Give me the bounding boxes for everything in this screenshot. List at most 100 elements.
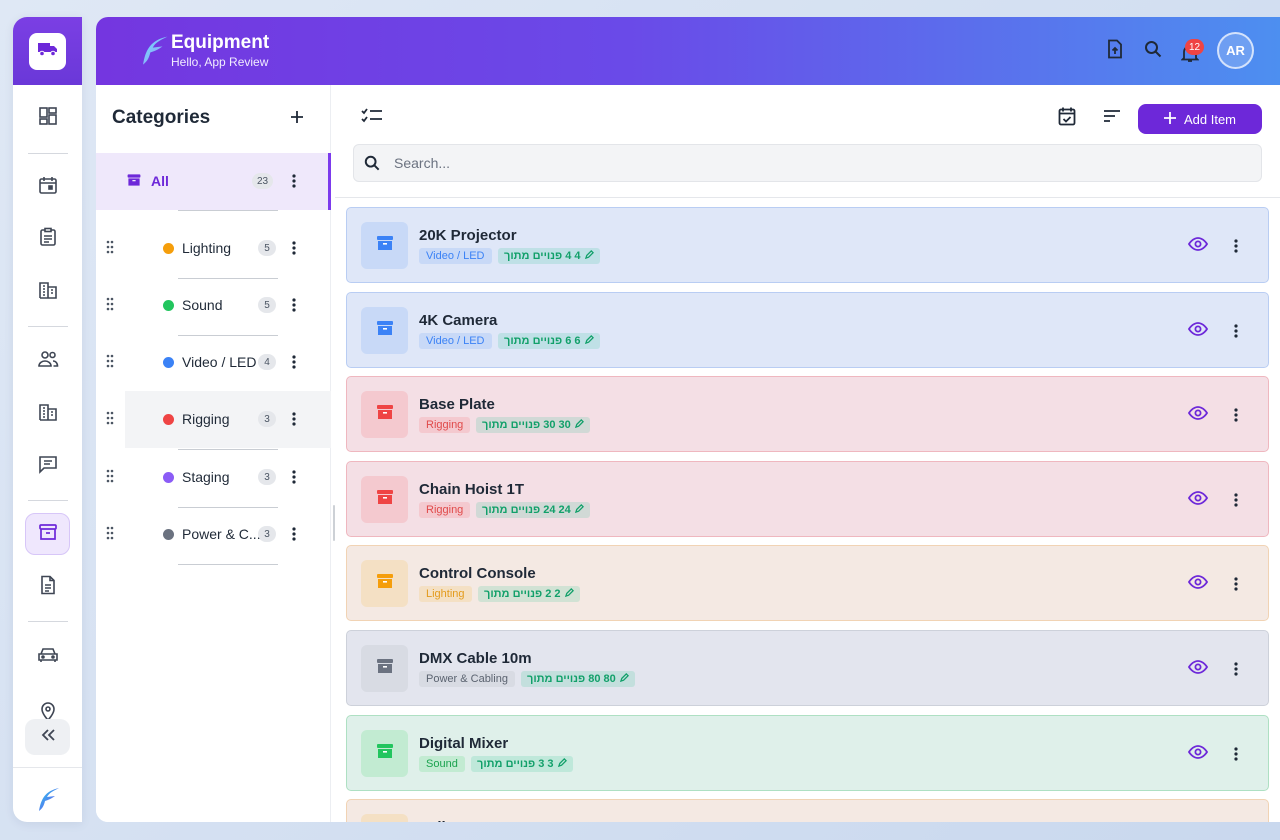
panel-resize-handle[interactable]	[333, 505, 335, 541]
eye-icon	[1187, 490, 1209, 510]
category-menu-button[interactable]	[286, 408, 302, 430]
collapse-button[interactable]	[25, 719, 70, 755]
view-button[interactable]	[1186, 489, 1210, 511]
pencil-icon	[557, 758, 567, 770]
select-mode-button[interactable]	[360, 106, 384, 130]
nav-dashboard[interactable]	[25, 97, 70, 139]
drag-handle-icon[interactable]	[106, 411, 114, 430]
equipment-item[interactable]: DMX Cable 10m Power & Cabling 80 80 פנויים…	[346, 630, 1269, 706]
item-availability-chip[interactable]: 3 3 פנויים מתוך	[471, 756, 573, 772]
add-category-button[interactable]	[286, 108, 308, 130]
nav-equipment[interactable]	[25, 513, 70, 555]
item-menu-button[interactable]	[1228, 573, 1244, 595]
category-item[interactable]: Staging 3	[96, 449, 331, 506]
plus-icon	[1163, 111, 1176, 127]
category-item[interactable]: Lighting 5	[96, 220, 331, 277]
item-availability-chip[interactable]: 4 4 פנויים מתוך	[498, 248, 600, 264]
plus-icon	[290, 110, 304, 129]
nav-messages[interactable]	[25, 445, 70, 487]
archive-icon	[375, 656, 395, 681]
nav-tasks[interactable]	[25, 218, 70, 260]
item-menu-button[interactable]	[1228, 658, 1244, 680]
item-menu-button[interactable]	[1228, 404, 1244, 426]
item-category-chip: Sound	[419, 756, 465, 772]
item-availability-chip[interactable]: 80 80 פנויים מתוך	[521, 671, 635, 687]
avatar[interactable]: AR	[1217, 32, 1254, 69]
app-header: Equipment Hello, App Review 12 AR	[96, 17, 1280, 85]
item-name: Control Console	[419, 565, 536, 582]
drag-handle-icon[interactable]	[106, 526, 114, 545]
item-thumbnail	[361, 560, 408, 607]
equipment-item[interactable]: Control Console Lighting 2 2 פנויים מתוך	[346, 545, 1269, 621]
category-menu-button[interactable]	[286, 237, 302, 259]
category-count: 3	[258, 411, 276, 427]
item-name: 20K Projector	[419, 227, 517, 244]
drag-handle-icon[interactable]	[106, 354, 114, 373]
notification-badge: 12	[1185, 39, 1205, 55]
equipment-item[interactable]: 20K Projector Video / LED 4 4 פנויים מתוך	[346, 207, 1269, 283]
eye-icon	[1187, 321, 1209, 341]
nav-vehicles[interactable]	[25, 636, 70, 678]
search-input[interactable]	[394, 152, 1234, 174]
add-item-button[interactable]: Add Item	[1138, 104, 1262, 134]
category-all[interactable]: All 23	[96, 153, 331, 210]
item-name: 4K Camera	[419, 312, 498, 329]
category-count: 4	[258, 354, 276, 370]
view-button[interactable]	[1186, 658, 1210, 680]
equipment-item[interactable]: 4K Camera Video / LED 6 6 פנויים מתוך	[346, 292, 1269, 368]
sort-button[interactable]	[1100, 106, 1124, 130]
drag-handle-icon[interactable]	[106, 240, 114, 259]
equipment-item[interactable]: Follow Spot	[346, 799, 1269, 822]
item-menu-button[interactable]	[1228, 489, 1244, 511]
sort-icon	[1103, 109, 1121, 128]
category-item[interactable]: Sound 5	[96, 277, 331, 334]
item-menu-button[interactable]	[1228, 235, 1244, 257]
date-filter-button[interactable]	[1055, 106, 1079, 130]
nav-people[interactable]	[25, 340, 70, 382]
chat-icon	[38, 454, 58, 479]
clipboard-icon	[38, 227, 58, 252]
nav-venues[interactable]	[25, 271, 70, 313]
nav-documents[interactable]	[25, 566, 70, 608]
category-item[interactable]: Power & C... 3	[96, 506, 331, 563]
rail-divider	[28, 153, 68, 154]
export-button[interactable]	[1103, 39, 1127, 63]
item-menu-button[interactable]	[1228, 743, 1244, 765]
drag-handle-icon[interactable]	[106, 297, 114, 316]
category-label: Lighting	[182, 240, 232, 256]
drag-handle-icon[interactable]	[106, 469, 114, 488]
search-button[interactable]	[1141, 39, 1165, 63]
eye-icon	[1187, 744, 1209, 764]
category-menu-button[interactable]	[286, 523, 302, 545]
item-availability-chip[interactable]: 6 6 פנויים מתוך	[498, 333, 600, 349]
item-menu-button[interactable]	[1228, 320, 1244, 342]
item-availability-chip[interactable]: 24 24 פנויים מתוך	[476, 502, 590, 518]
equipment-item[interactable]: Digital Mixer Sound 3 3 פנויים מתוך	[346, 715, 1269, 791]
category-menu-button[interactable]	[286, 294, 302, 316]
view-button[interactable]	[1186, 235, 1210, 257]
nav-locations[interactable]	[25, 695, 70, 721]
item-availability-chip[interactable]: 30 30 פנויים מתוך	[476, 417, 590, 433]
item-category-chip: Power & Cabling	[419, 671, 515, 687]
view-button[interactable]	[1186, 404, 1210, 426]
category-item[interactable]: Rigging 3	[106, 391, 331, 448]
eye-icon	[1187, 236, 1209, 256]
archive-icon	[375, 233, 395, 258]
archive-icon	[38, 522, 58, 547]
category-menu-button[interactable]	[286, 351, 302, 373]
category-menu-button[interactable]	[286, 466, 302, 488]
category-label: Staging	[182, 469, 230, 485]
item-category-chip: Video / LED	[419, 333, 492, 349]
equipment-item[interactable]: Chain Hoist 1T Rigging 24 24 פנויים מתוך	[346, 461, 1269, 537]
item-availability-chip[interactable]: 2 2 פנויים מתוך	[478, 586, 580, 602]
rail-logo[interactable]	[13, 17, 82, 85]
equipment-item[interactable]: Base Plate Rigging 30 30 פנויים מתוך	[346, 376, 1269, 452]
category-menu-button[interactable]	[286, 170, 302, 192]
view-button[interactable]	[1186, 743, 1210, 765]
search-icon	[364, 155, 380, 176]
category-item[interactable]: Video / LED 4	[96, 334, 331, 391]
view-button[interactable]	[1186, 320, 1210, 342]
nav-companies[interactable]	[25, 393, 70, 435]
view-button[interactable]	[1186, 573, 1210, 595]
nav-calendar[interactable]	[25, 166, 70, 208]
